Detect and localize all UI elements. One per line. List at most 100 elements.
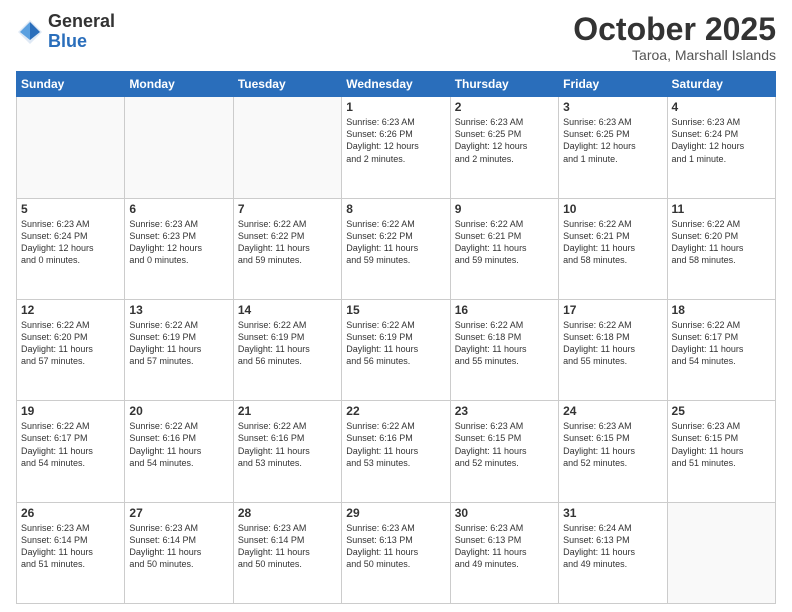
day-info: Sunrise: 6:22 AM Sunset: 6:17 PM Dayligh… [21,420,120,469]
day-info: Sunrise: 6:22 AM Sunset: 6:21 PM Dayligh… [455,218,554,267]
calendar-header-friday: Friday [559,72,667,97]
day-number: 7 [238,202,337,216]
calendar-cell: 31Sunrise: 6:24 AM Sunset: 6:13 PM Dayli… [559,502,667,603]
calendar-cell: 15Sunrise: 6:22 AM Sunset: 6:19 PM Dayli… [342,299,450,400]
calendar-cell: 6 Sunrise: 6:23 AM Sunset: 6:23 PM Daylig… [125,198,233,299]
calendar-cell: 29 Sunrise: 6:23 AM Sunset: 6:13 PM Dayli… [342,502,450,603]
header: General Blue October 2025 Taroa, Marshal… [16,12,776,63]
calendar-cell: 19 Sunrise: 6:22 AM Sunset: 6:17 PM Dayli… [17,401,125,502]
calendar-header-saturday: Saturday [667,72,775,97]
day-info: Sunrise: 6:23 AM Sunset: 6:13 PM Dayligh… [346,522,445,571]
day-info: Sunrise: 6:23 AM Sunset: 6:15 PM Dayligh… [563,420,662,469]
day-info: Sunrise: 6:24 AM Sunset: 6:13 PM Dayligh… [563,522,662,571]
calendar-cell: 27 Sunrise: 6:23 AM Sunset: 6:14 PM Dayli… [125,502,233,603]
day-info: Sunrise: 6:23 AM Sunset: 6:14 PM Dayligh… [129,522,228,571]
day-info: Sunrise: 6:23 AM Sunset: 6:14 PM Dayligh… [21,522,120,571]
calendar-cell: 10 Sunrise: 6:22 AM Sunset: 6:21 PM Dayli… [559,198,667,299]
calendar-header-monday: Monday [125,72,233,97]
calendar-cell [667,502,775,603]
calendar-header-tuesday: Tuesday [233,72,341,97]
day-number: 4 [672,100,771,114]
day-info: Sunrise: 6:22 AM Sunset: 6:17 PM Dayligh… [672,319,771,368]
day-number: 20 [129,404,228,418]
calendar-cell: 28 Sunrise: 6:23 AM Sunset: 6:14 PM Dayli… [233,502,341,603]
calendar-cell: 14Sunrise: 6:22 AM Sunset: 6:19 PM Dayli… [233,299,341,400]
day-number: 8 [346,202,445,216]
day-info: Sunrise: 6:23 AM Sunset: 6:13 PM Dayligh… [455,522,554,571]
day-number: 17 [563,303,662,317]
day-info: Sunrise: 6:22 AM Sunset: 6:16 PM Dayligh… [346,420,445,469]
day-info: Sunrise: 6:22 AM Sunset: 6:20 PM Dayligh… [672,218,771,267]
logo-blue-text: Blue [48,31,87,51]
day-number: 30 [455,506,554,520]
page: General Blue October 2025 Taroa, Marshal… [0,0,792,612]
calendar-header-wednesday: Wednesday [342,72,450,97]
day-number: 21 [238,404,337,418]
calendar-cell: 24 Sunrise: 6:23 AM Sunset: 6:15 PM Dayli… [559,401,667,502]
calendar-cell: 22Sunrise: 6:22 AM Sunset: 6:16 PM Dayli… [342,401,450,502]
calendar-week-4: 19 Sunrise: 6:22 AM Sunset: 6:17 PM Dayli… [17,401,776,502]
day-number: 24 [563,404,662,418]
calendar-cell: 16Sunrise: 6:22 AM Sunset: 6:18 PM Dayli… [450,299,558,400]
day-info: Sunrise: 6:22 AM Sunset: 6:16 PM Dayligh… [238,420,337,469]
day-info: Sunrise: 6:22 AM Sunset: 6:19 PM Dayligh… [129,319,228,368]
calendar-week-2: 5Sunrise: 6:23 AM Sunset: 6:24 PM Daylig… [17,198,776,299]
day-info: Sunrise: 6:22 AM Sunset: 6:20 PM Dayligh… [21,319,120,368]
calendar-cell: 17 Sunrise: 6:22 AM Sunset: 6:18 PM Dayli… [559,299,667,400]
logo: General Blue [16,12,115,52]
day-number: 2 [455,100,554,114]
day-number: 16 [455,303,554,317]
title-area: October 2025 Taroa, Marshall Islands [573,12,776,63]
calendar-cell: 11Sunrise: 6:22 AM Sunset: 6:20 PM Dayli… [667,198,775,299]
day-info: Sunrise: 6:23 AM Sunset: 6:25 PM Dayligh… [455,116,554,165]
day-info: Sunrise: 6:23 AM Sunset: 6:26 PM Dayligh… [346,116,445,165]
day-number: 6 [129,202,228,216]
day-info: Sunrise: 6:23 AM Sunset: 6:14 PM Dayligh… [238,522,337,571]
day-number: 19 [21,404,120,418]
location: Taroa, Marshall Islands [573,47,776,63]
day-number: 14 [238,303,337,317]
day-info: Sunrise: 6:22 AM Sunset: 6:21 PM Dayligh… [563,218,662,267]
day-number: 27 [129,506,228,520]
calendar: SundayMondayTuesdayWednesdayThursdayFrid… [16,71,776,604]
calendar-cell: 4 Sunrise: 6:23 AM Sunset: 6:24 PM Daylig… [667,97,775,198]
day-number: 23 [455,404,554,418]
day-number: 3 [563,100,662,114]
day-number: 26 [21,506,120,520]
day-number: 25 [672,404,771,418]
calendar-cell: 5Sunrise: 6:23 AM Sunset: 6:24 PM Daylig… [17,198,125,299]
day-number: 28 [238,506,337,520]
calendar-cell: 12 Sunrise: 6:22 AM Sunset: 6:20 PM Dayli… [17,299,125,400]
calendar-cell: 1 Sunrise: 6:23 AM Sunset: 6:26 PM Daylig… [342,97,450,198]
calendar-cell: 23 Sunrise: 6:23 AM Sunset: 6:15 PM Dayli… [450,401,558,502]
calendar-cell: 9 Sunrise: 6:22 AM Sunset: 6:21 PM Daylig… [450,198,558,299]
calendar-cell: 7 Sunrise: 6:22 AM Sunset: 6:22 PM Daylig… [233,198,341,299]
calendar-week-1: 1 Sunrise: 6:23 AM Sunset: 6:26 PM Daylig… [17,97,776,198]
day-number: 12 [21,303,120,317]
day-number: 18 [672,303,771,317]
day-number: 9 [455,202,554,216]
calendar-cell: 21 Sunrise: 6:22 AM Sunset: 6:16 PM Dayli… [233,401,341,502]
calendar-header-thursday: Thursday [450,72,558,97]
day-info: Sunrise: 6:23 AM Sunset: 6:15 PM Dayligh… [672,420,771,469]
calendar-cell: 30 Sunrise: 6:23 AM Sunset: 6:13 PM Dayli… [450,502,558,603]
day-info: Sunrise: 6:22 AM Sunset: 6:16 PM Dayligh… [129,420,228,469]
calendar-cell: 13 Sunrise: 6:22 AM Sunset: 6:19 PM Dayli… [125,299,233,400]
day-info: Sunrise: 6:23 AM Sunset: 6:24 PM Dayligh… [672,116,771,165]
calendar-cell [17,97,125,198]
day-info: Sunrise: 6:22 AM Sunset: 6:22 PM Dayligh… [238,218,337,267]
day-info: Sunrise: 6:22 AM Sunset: 6:18 PM Dayligh… [563,319,662,368]
day-info: Sunrise: 6:23 AM Sunset: 6:23 PM Dayligh… [129,218,228,267]
calendar-cell: 2 Sunrise: 6:23 AM Sunset: 6:25 PM Daylig… [450,97,558,198]
day-number: 13 [129,303,228,317]
day-number: 29 [346,506,445,520]
calendar-cell: 26 Sunrise: 6:23 AM Sunset: 6:14 PM Dayli… [17,502,125,603]
calendar-cell: 3Sunrise: 6:23 AM Sunset: 6:25 PM Daylig… [559,97,667,198]
calendar-header-sunday: Sunday [17,72,125,97]
day-info: Sunrise: 6:23 AM Sunset: 6:15 PM Dayligh… [455,420,554,469]
day-number: 1 [346,100,445,114]
calendar-cell: 20 Sunrise: 6:22 AM Sunset: 6:16 PM Dayli… [125,401,233,502]
day-number: 10 [563,202,662,216]
calendar-cell [233,97,341,198]
logo-general-text: General [48,11,115,31]
